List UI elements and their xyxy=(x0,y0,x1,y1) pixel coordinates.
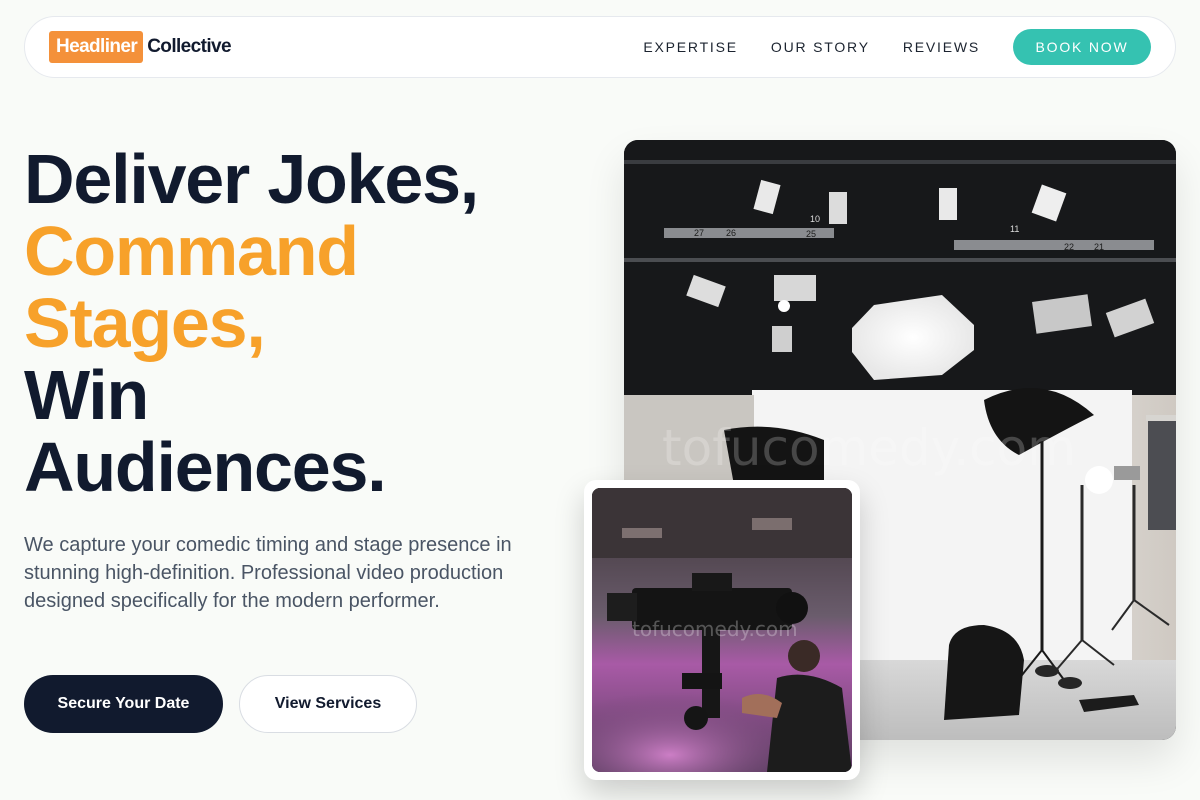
headline-line: Command xyxy=(24,212,359,290)
nav-link-reviews[interactable]: REVIEWS xyxy=(903,39,980,55)
camera-photo: tofucomedy.com xyxy=(592,488,852,772)
logo-text: Collective xyxy=(147,36,231,57)
rail-number: 11 xyxy=(1010,224,1019,234)
rail-number: 26 xyxy=(726,228,736,238)
headline-line: Win xyxy=(24,356,149,434)
hero-headline: Deliver Jokes, Command Stages, Win Audie… xyxy=(24,143,584,503)
headline-line: Stages, xyxy=(24,284,266,362)
rail-number: 27 xyxy=(694,228,704,238)
rail-number: 22 xyxy=(1064,242,1074,252)
headline-line: Audiences. xyxy=(24,428,387,506)
logo[interactable]: Headliner Collective xyxy=(49,31,232,63)
rail-number: 25 xyxy=(806,229,816,239)
headline-line: Deliver Jokes, xyxy=(24,140,479,218)
top-navigation: Headliner Collective EXPERTISE OUR STORY… xyxy=(24,16,1176,78)
nav-link-our-story[interactable]: OUR STORY xyxy=(771,39,870,55)
camera-photo-card: tofucomedy.com xyxy=(584,480,860,780)
rail-number: 10 xyxy=(810,214,820,224)
nav-links: EXPERTISE OUR STORY REVIEWS BOOK NOW xyxy=(643,29,1151,65)
hero-subtext: We capture your comedic timing and stage… xyxy=(24,534,512,612)
view-services-button[interactable]: View Services xyxy=(239,675,417,733)
camera-watermark: tofucomedy.com xyxy=(632,617,798,641)
rail-number: 21 xyxy=(1094,242,1104,252)
nav-link-expertise[interactable]: EXPERTISE xyxy=(643,39,738,55)
book-now-button[interactable]: BOOK NOW xyxy=(1013,29,1151,65)
secure-your-date-button[interactable]: Secure Your Date xyxy=(24,675,223,733)
studio-watermark: tofucomedy.com xyxy=(662,419,1076,477)
logo-highlight: Headliner xyxy=(49,31,144,63)
camera-operator-illustration: tofucomedy.com xyxy=(592,488,852,772)
